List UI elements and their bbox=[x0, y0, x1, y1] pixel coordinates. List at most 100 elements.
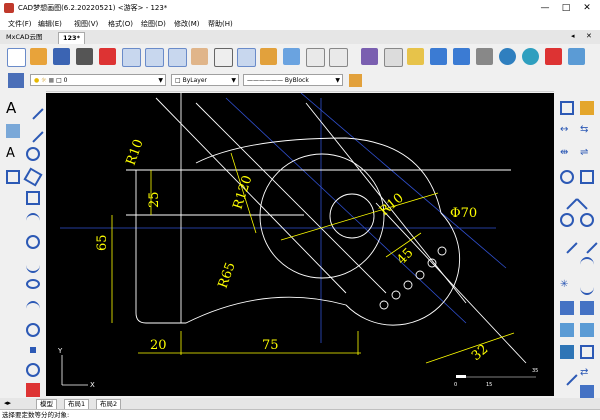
print-icon[interactable] bbox=[476, 48, 493, 65]
join-icon[interactable] bbox=[576, 232, 598, 254]
web-icon[interactable] bbox=[499, 48, 516, 65]
copy-object-icon[interactable]: ⇆ bbox=[580, 124, 594, 138]
dimension-lines bbox=[111, 152, 515, 364]
dimension-icon[interactable] bbox=[556, 364, 578, 386]
tab-123[interactable]: 123* bbox=[58, 32, 85, 44]
draw-toolbar: A A bbox=[0, 91, 46, 401]
trim-icon[interactable] bbox=[556, 188, 578, 210]
arc-icon[interactable] bbox=[26, 213, 40, 229]
redo-icon[interactable] bbox=[453, 48, 470, 65]
tab-nav-icon[interactable]: ◂▸ bbox=[4, 399, 11, 407]
command-line[interactable]: 选择要定数等分的对象: bbox=[0, 409, 600, 420]
text-tool-icon[interactable]: A bbox=[6, 101, 20, 116]
mirror-icon[interactable]: ⇌ bbox=[580, 147, 594, 161]
pedit-icon[interactable] bbox=[580, 279, 594, 295]
offset-icon[interactable] bbox=[560, 213, 574, 227]
menu-modify[interactable]: 修改(M) bbox=[174, 19, 200, 29]
linetype-select[interactable]: □ ByLayer ▼ bbox=[171, 74, 239, 86]
fillet-icon[interactable] bbox=[580, 257, 594, 273]
undo-icon[interactable] bbox=[430, 48, 447, 65]
hatch-icon[interactable] bbox=[6, 170, 20, 184]
eraser-icon[interactable] bbox=[580, 101, 594, 115]
point-icon[interactable] bbox=[30, 347, 36, 353]
chevron-down-icon: ▼ bbox=[231, 77, 236, 84]
cloud-icon[interactable] bbox=[522, 48, 539, 65]
find-icon[interactable] bbox=[237, 48, 256, 67]
send-under-icon[interactable] bbox=[580, 345, 594, 359]
cut-icon[interactable] bbox=[99, 48, 116, 65]
modify-toolbar: ↔ ⇆ ⇹ ⇌ ✳ ⇄ bbox=[554, 91, 600, 401]
insert-image-icon[interactable] bbox=[6, 124, 20, 138]
save-icon[interactable] bbox=[53, 48, 70, 65]
array-icon[interactable] bbox=[580, 213, 594, 227]
zoom-previous-icon[interactable] bbox=[168, 48, 187, 67]
zoom-window-icon[interactable] bbox=[122, 48, 141, 67]
copy-icon[interactable] bbox=[306, 48, 325, 67]
mtext-tool-icon[interactable]: A bbox=[6, 147, 20, 161]
layer-manager-icon[interactable] bbox=[361, 48, 378, 65]
tab-mxcad-cloud[interactable]: MxCAD云图 bbox=[2, 32, 46, 43]
polyline-arc-icon[interactable] bbox=[26, 147, 40, 161]
tab-close-icon[interactable]: ✕ bbox=[586, 32, 592, 40]
close-button[interactable]: ✕ bbox=[580, 2, 594, 14]
break-icon[interactable] bbox=[556, 232, 578, 254]
chevron-down-icon: ▼ bbox=[158, 77, 163, 84]
tab-scroll-icon[interactable]: ◂ bbox=[571, 32, 575, 40]
bring-above-icon[interactable] bbox=[560, 345, 574, 359]
menu-view[interactable]: 视图(V) bbox=[74, 19, 98, 29]
regen-icon[interactable] bbox=[214, 48, 233, 67]
draworder-front-icon[interactable] bbox=[560, 323, 574, 337]
properties-icon[interactable] bbox=[283, 48, 300, 65]
image-icon[interactable] bbox=[568, 48, 585, 65]
rectangle-icon[interactable] bbox=[26, 191, 40, 205]
explode-icon[interactable]: ✳ bbox=[560, 279, 574, 293]
layer-select[interactable]: ● ☼ ■ □ 0 ▼ bbox=[30, 74, 166, 86]
spline-icon[interactable] bbox=[26, 257, 40, 273]
paste-icon[interactable] bbox=[329, 48, 348, 67]
export-pdf-icon[interactable] bbox=[545, 48, 562, 65]
new-file-icon[interactable] bbox=[7, 48, 26, 67]
scale-icon[interactable] bbox=[580, 170, 594, 184]
dim-r120: R120 bbox=[231, 174, 256, 212]
circle-icon[interactable] bbox=[26, 235, 40, 249]
ellipse-arc-icon[interactable] bbox=[26, 301, 40, 317]
menu-edit[interactable]: 编辑(E) bbox=[38, 19, 62, 29]
ray-tool-icon[interactable] bbox=[22, 121, 44, 143]
revcloud-icon[interactable] bbox=[26, 363, 40, 377]
text-style-icon[interactable] bbox=[384, 48, 403, 67]
rotate-icon[interactable] bbox=[560, 170, 574, 184]
extend-icon[interactable] bbox=[576, 188, 598, 210]
donut-icon[interactable] bbox=[26, 323, 40, 337]
line-sample-icon: —————— bbox=[247, 77, 283, 84]
menu-draw[interactable]: 绘图(D) bbox=[141, 19, 166, 29]
edit-pencil-icon[interactable] bbox=[260, 48, 277, 65]
polygon-icon[interactable] bbox=[23, 167, 43, 187]
slot-hole-2 bbox=[391, 290, 401, 300]
3d-box-icon[interactable] bbox=[580, 385, 594, 399]
swap-icon[interactable]: ⇄ bbox=[580, 367, 594, 381]
match-properties-icon[interactable] bbox=[407, 48, 424, 65]
stretch-icon[interactable]: ⇹ bbox=[560, 147, 574, 161]
maximize-button[interactable]: □ bbox=[559, 2, 573, 14]
drawing-canvas[interactable]: R10 25 R120 R10 Φ70 65 45 R65 20 75 32 Y… bbox=[46, 93, 554, 396]
ellipse-icon[interactable] bbox=[26, 279, 40, 289]
open-file-icon[interactable] bbox=[30, 48, 47, 65]
pan-hand-icon[interactable] bbox=[191, 48, 208, 65]
menu-format[interactable]: 格式(O) bbox=[108, 19, 133, 29]
minimize-button[interactable]: — bbox=[538, 2, 552, 14]
block-icon[interactable] bbox=[26, 383, 40, 397]
move-icon[interactable]: ↔ bbox=[560, 124, 574, 138]
dim-25: 25 bbox=[147, 191, 162, 208]
brush-icon[interactable] bbox=[349, 74, 362, 87]
draworder-back-icon[interactable] bbox=[580, 323, 594, 337]
zoom-extents-icon[interactable] bbox=[145, 48, 164, 67]
menu-help[interactable]: 帮助(H) bbox=[208, 19, 233, 29]
save-as-icon[interactable] bbox=[76, 48, 93, 65]
group-icon[interactable] bbox=[560, 301, 574, 315]
layers-icon[interactable] bbox=[8, 73, 24, 88]
line-tool-icon[interactable] bbox=[22, 98, 44, 120]
ungroup-icon[interactable] bbox=[580, 301, 594, 315]
select-icon[interactable] bbox=[560, 101, 574, 115]
menu-file[interactable]: 文件(F) bbox=[8, 19, 32, 29]
lineweight-select[interactable]: —————— ByBlock ▼ bbox=[243, 74, 343, 86]
